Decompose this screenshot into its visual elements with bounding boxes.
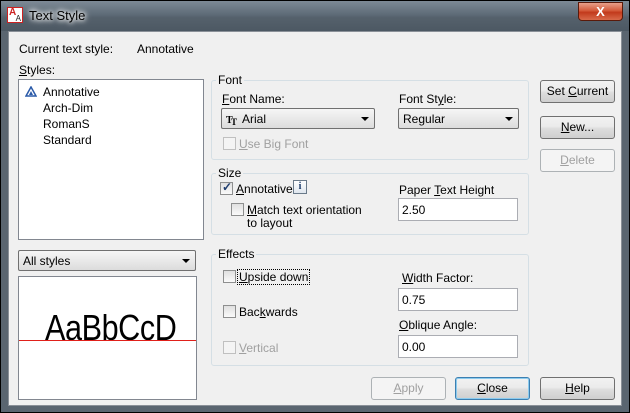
font-group-title: Font <box>216 73 245 87</box>
style-item-standard[interactable]: Standard <box>43 133 92 147</box>
checkmark-icon: ✓ <box>222 180 233 194</box>
close-icon: X <box>596 4 605 19</box>
new-button[interactable]: New... <box>540 116 615 139</box>
title-bar[interactable]: A A Text Style X <box>1 1 629 31</box>
font-style-label: Font Style: <box>399 92 457 106</box>
text-style-dialog: A A Text Style X Current text style: Ann… <box>0 0 630 413</box>
truetype-font-icon: T T <box>226 115 237 125</box>
annotative-scale-icon <box>25 86 37 97</box>
styles-label: Styles: <box>19 63 56 77</box>
paper-text-height-input[interactable]: 2.50 <box>398 198 518 221</box>
current-style-value: Annotative <box>137 42 194 56</box>
close-button[interactable]: Close <box>455 377 530 400</box>
styles-filter-value: All styles <box>23 254 71 268</box>
match-orientation-checkbox[interactable] <box>231 203 244 216</box>
backwards-checkbox[interactable] <box>223 305 236 318</box>
paper-text-height-label: Paper Text Height <box>399 183 495 197</box>
use-big-font-label: Use Big Font <box>239 137 309 151</box>
chevron-down-icon <box>361 117 369 121</box>
chevron-down-icon <box>182 259 190 263</box>
upside-down-checkbox[interactable] <box>223 270 236 283</box>
annotative-label: Annotative <box>236 182 293 196</box>
style-preview: AaBbCcD <box>18 276 197 400</box>
styles-list[interactable]: Annotative Arch-Dim RomanS Standard <box>18 79 204 240</box>
apply-button[interactable]: Apply <box>371 377 446 400</box>
upside-down-label: Upside down <box>236 269 311 285</box>
autocad-app-icon: A A <box>7 7 23 23</box>
width-factor-value: 0.75 <box>402 293 426 307</box>
font-name-dropdown[interactable]: T T Arial <box>221 108 375 129</box>
oblique-angle-input[interactable]: 0.00 <box>398 335 518 358</box>
delete-button[interactable]: Delete <box>540 149 615 172</box>
svg-text:T: T <box>231 117 237 125</box>
effects-group-title: Effects <box>216 247 257 261</box>
vertical-label: Vertical <box>239 341 279 355</box>
set-current-button[interactable]: Set Current <box>540 80 615 103</box>
annotative-checkbox[interactable]: ✓ <box>220 180 233 195</box>
font-name-value: Arial <box>242 112 267 126</box>
oblique-angle-label: Oblique Angle: <box>399 318 478 332</box>
app-icon-letter-small: A <box>15 14 21 23</box>
match-orientation-label-line1: Match text orientation <box>247 203 362 217</box>
styles-filter-dropdown[interactable]: All styles <box>18 250 196 271</box>
chevron-down-icon <box>505 117 513 121</box>
font-style-dropdown[interactable]: Regular <box>398 108 519 129</box>
width-factor-input[interactable]: 0.75 <box>398 288 518 311</box>
match-orientation-label-line2: to layout <box>247 216 293 230</box>
help-button[interactable]: Help <box>540 377 615 400</box>
preview-sample-text: AaBbCcD <box>45 307 177 348</box>
dialog-client-area: Current text style: Annotative Styles: A… <box>8 31 622 406</box>
vertical-checkbox[interactable] <box>223 341 236 354</box>
use-big-font-checkbox[interactable] <box>223 137 236 150</box>
window-title: Text Style <box>29 8 86 23</box>
backwards-label: Backwards <box>239 305 298 319</box>
current-style-label: Current text style: <box>19 42 114 56</box>
preview-baseline <box>19 340 196 341</box>
info-icon[interactable]: i <box>293 180 307 194</box>
size-group-title: Size <box>216 166 244 180</box>
font-name-label: Font Name: <box>222 92 285 106</box>
style-item-arch-dim[interactable]: Arch-Dim <box>43 101 93 115</box>
font-style-value: Regular <box>403 112 446 126</box>
window-close-button[interactable]: X <box>578 2 623 21</box>
style-item-annotative[interactable]: Annotative <box>41 85 102 99</box>
style-item-romans[interactable]: RomanS <box>43 117 90 131</box>
oblique-angle-value: 0.00 <box>402 340 426 354</box>
width-factor-label: Width Factor: <box>402 271 474 285</box>
paper-text-height-value: 2.50 <box>402 203 426 217</box>
styles-label-rest: tyles: <box>27 63 56 77</box>
